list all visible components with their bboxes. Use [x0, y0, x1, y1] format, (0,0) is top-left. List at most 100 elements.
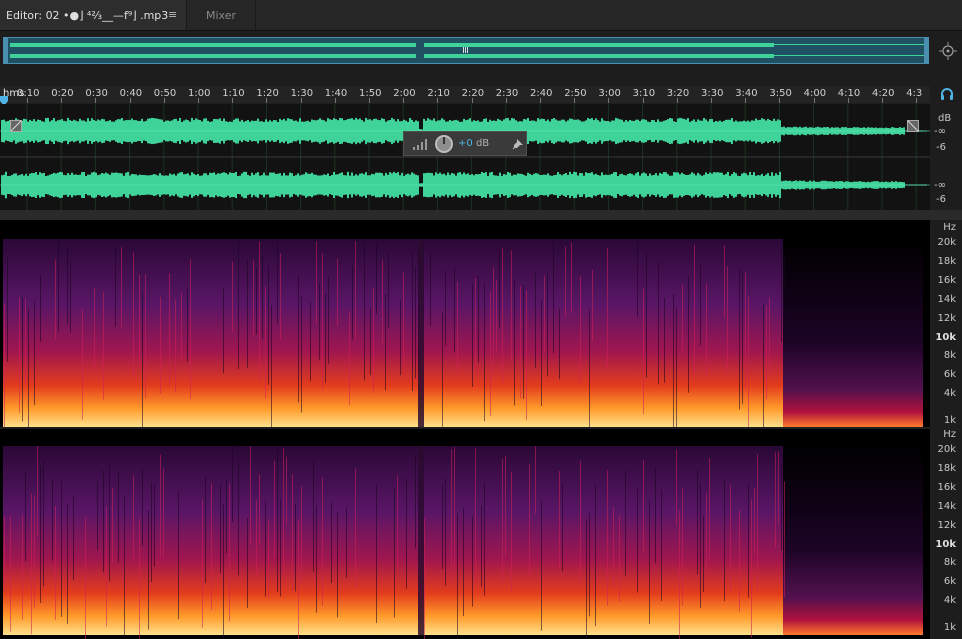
- ruler-tick-label: 3:00: [598, 88, 621, 99]
- ruler-tick-label: 3:40: [735, 88, 758, 99]
- ruler-tick-mark: [369, 98, 370, 103]
- ruler-tick-mark: [198, 98, 199, 103]
- ruler-tick-label: 3:30: [701, 88, 724, 99]
- ruler-tick-mark: [711, 98, 712, 103]
- hz-unit-label: Hz: [943, 429, 956, 440]
- hud-volume-control[interactable]: +0 dB: [403, 131, 527, 156]
- frequency-label: 12k: [937, 520, 956, 531]
- ruler-tick-label: 4:00: [803, 88, 827, 99]
- zoom-target-icon[interactable]: [937, 41, 959, 61]
- waveform-display[interactable]: [0, 104, 930, 210]
- ruler-tick-mark: [163, 98, 165, 103]
- frequency-label: 10k: [935, 539, 956, 550]
- panel-menu-icon[interactable]: ≡: [168, 8, 177, 21]
- spectrogram-graphic: [0, 239, 930, 639]
- frequency-label: 8k: [943, 557, 956, 568]
- panel-splitter[interactable]: [0, 210, 962, 220]
- frequency-ruler: Hz 20k 18k 16k 14k 12k 10k 8k 6k 4k 1k Hz 20k 18k 16k 1…: [930, 220, 962, 639]
- ruler-tick-mark: [882, 98, 883, 103]
- headphones-icon[interactable]: [940, 86, 954, 100]
- ruler-tick-label: 2:30: [495, 88, 519, 99]
- ruler-tick-label: 1:00: [188, 88, 211, 99]
- ruler-tick-label: 1:50: [359, 88, 382, 99]
- frequency-label: 1k: [943, 415, 956, 426]
- ruler-tick-label: 2:10: [427, 88, 450, 99]
- ruler-tick-mark: [608, 98, 610, 103]
- tab-mixer[interactable]: Mixer: [186, 0, 256, 30]
- editor-tab-label: Editor: 02 •●⌋ ⁴⅔__—f⁹⌋ .mp3: [6, 8, 169, 22]
- frequency-label: 10k: [935, 332, 956, 343]
- ruler-tick-label: 2:40: [530, 88, 553, 99]
- splitter-grip-icon[interactable]: [489, 214, 513, 229]
- ruler-tick-mark: [813, 98, 815, 103]
- ruler-tick-label: 0:40: [119, 88, 143, 99]
- ruler-tick-mark: [540, 98, 541, 103]
- waveform-amplitude-ruler: dB -∞ -6 -∞ -6: [930, 104, 962, 210]
- ruler-tick-mark: [642, 98, 644, 103]
- ruler-tick-mark: [745, 98, 747, 103]
- frequency-label: 6k: [943, 576, 956, 587]
- ruler-tick-label: 4:20: [872, 88, 895, 99]
- ruler-tick-mark: [232, 98, 234, 103]
- frequency-label: 16k: [937, 275, 956, 286]
- fade-out-handle-icon[interactable]: [907, 120, 919, 132]
- frequency-label: 20k: [937, 237, 956, 248]
- ruler-tick-mark: [916, 98, 918, 103]
- ruler-tick-mark: [300, 98, 302, 103]
- ruler-tick-mark: [437, 98, 439, 103]
- ruler-tick-mark: [334, 98, 336, 103]
- ch2-db-label-inf: -∞: [934, 180, 946, 191]
- frequency-label: 6k: [943, 369, 956, 380]
- frequency-label: 20k: [937, 444, 956, 455]
- ruler-tick-label: 1:40: [324, 88, 348, 99]
- ruler-tick-label: 3:50: [769, 88, 792, 99]
- ruler-tick-label: 0:10: [17, 88, 40, 99]
- frequency-label: 4k: [943, 595, 956, 606]
- ruler-tick-label: 4:3: [906, 88, 923, 99]
- time-ruler[interactable]: hms 0:10 0:20 0:30 0:40 0:50 1:00 1:10 1:20 1:30…: [0, 86, 930, 103]
- ruler-tick-mark: [61, 98, 63, 103]
- ruler-tick-label: 0:50: [153, 88, 177, 99]
- playhead-marker-icon[interactable]: [0, 91, 8, 106]
- frequency-label: 14k: [937, 501, 956, 512]
- volume-value: +0 dB: [458, 138, 490, 149]
- ruler-tick-mark: [129, 98, 131, 103]
- waveform-graphic: [0, 104, 930, 210]
- ruler-tick-mark: [779, 98, 781, 103]
- overview-waveform: [4, 38, 928, 63]
- hz-unit-label: Hz: [943, 222, 956, 233]
- frequency-label: 4k: [943, 388, 956, 399]
- frequency-label: 12k: [937, 313, 956, 324]
- ruler-tick-mark: [676, 98, 678, 103]
- ruler-tick-mark: [95, 98, 97, 103]
- ruler-tick-label: 1:30: [290, 88, 314, 99]
- ruler-tick-mark: [847, 98, 849, 103]
- frequency-label: 18k: [937, 256, 956, 267]
- ruler-tick-mark: [574, 98, 576, 103]
- ruler-tick-mark: [505, 98, 507, 103]
- mixer-tab-label: Mixer: [205, 8, 236, 22]
- fade-in-handle-icon[interactable]: [10, 120, 22, 132]
- ruler-tick-label: 3:10: [632, 88, 656, 99]
- pin-icon[interactable]: [512, 138, 524, 150]
- tab-editor[interactable]: Editor: 02 •●⌋ ⁴⅔__—f⁹⌋ .mp3 ≡: [0, 0, 186, 30]
- ruler-tick-mark: [266, 98, 268, 103]
- volume-knob-icon[interactable]: [434, 134, 454, 154]
- level-bars-icon: [413, 139, 427, 150]
- ruler-tick-label: 3:20: [666, 88, 690, 99]
- ch2-db-label-6: -6: [936, 194, 946, 205]
- ruler-tick-label: 4:10: [837, 88, 861, 99]
- db-unit-label: dB: [938, 113, 952, 124]
- ruler-tick-label: 1:20: [256, 88, 279, 99]
- frequency-label: 16k: [937, 482, 956, 493]
- frequency-label: 1k: [943, 622, 956, 633]
- ruler-tick-label: 2:00: [393, 88, 416, 99]
- overview-navigator[interactable]: [3, 37, 929, 64]
- spectral-frequency-display[interactable]: [0, 220, 930, 639]
- frequency-label: 14k: [937, 294, 956, 305]
- ruler-tick-label: 0:30: [85, 88, 108, 99]
- overview-grip-icon: [463, 47, 468, 53]
- ruler-tick-label: 2:50: [564, 88, 587, 99]
- ruler-tick-label: 2:20: [461, 88, 485, 99]
- ch1-db-label-6: -6: [936, 142, 946, 153]
